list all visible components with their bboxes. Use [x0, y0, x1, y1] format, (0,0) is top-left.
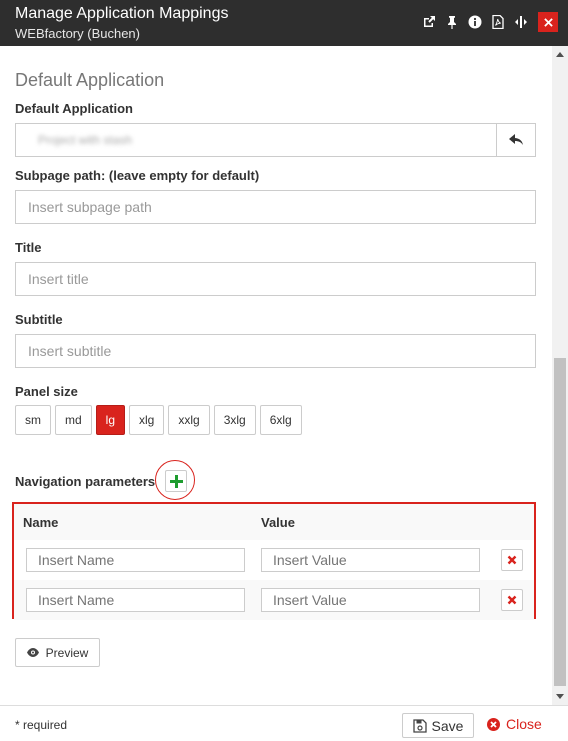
parameter-name-input[interactable]	[26, 548, 245, 572]
close-button[interactable]: Close	[487, 716, 542, 732]
save-label: Save	[431, 717, 464, 734]
subtitle-input[interactable]	[15, 334, 536, 368]
title-label: Title	[15, 240, 42, 255]
panel-size-label: Panel size	[15, 384, 78, 399]
external-link-icon[interactable]	[421, 13, 436, 31]
panel-size-group: sm md lg xlg xxlg 3xlg 6xlg	[15, 405, 302, 435]
parameter-name-input[interactable]	[26, 588, 245, 612]
column-header-name: Name	[23, 515, 59, 530]
panel-size-3xlg[interactable]: 3xlg	[213, 405, 256, 435]
panel-size-lg[interactable]: lg	[95, 405, 126, 435]
add-parameter-button[interactable]	[165, 470, 187, 492]
panel-size-md[interactable]: md	[55, 405, 92, 435]
panel-size-6xlg[interactable]: 6xlg	[259, 405, 302, 435]
reply-icon	[509, 134, 523, 145]
scroll-up-icon[interactable]	[556, 52, 564, 57]
parameters-table: Name Value	[12, 502, 536, 620]
subpage-path-label: Subpage path: (leave empty for default)	[15, 168, 260, 183]
table-row	[14, 540, 534, 580]
window-subtitle: WEBfactory (Buchen)	[15, 26, 140, 41]
vertical-scrollbar[interactable]	[552, 46, 568, 705]
navigation-parameters-label: Navigation parameters	[15, 474, 156, 489]
delete-parameter-button[interactable]	[501, 589, 523, 611]
section-title: Default Application	[15, 70, 165, 90]
table-row	[14, 580, 534, 620]
subtitle-label: Subtitle	[15, 312, 63, 327]
required-note: * required	[15, 718, 68, 732]
titlebar-actions	[421, 12, 558, 32]
delete-parameter-button[interactable]	[501, 549, 523, 571]
column-header-value: Value	[261, 515, 295, 530]
dialog-footer: * required Save Close	[0, 705, 568, 741]
eye-icon	[26, 648, 39, 657]
subpage-path-input[interactable]	[15, 190, 536, 224]
info-icon[interactable]	[467, 13, 482, 31]
close-circle-icon	[487, 717, 500, 731]
scroll-down-icon[interactable]	[556, 694, 564, 699]
resize-icon[interactable]	[513, 13, 528, 31]
delete-icon	[507, 555, 517, 565]
panel-size-sm[interactable]: sm	[15, 405, 51, 435]
title-input[interactable]	[15, 262, 536, 296]
default-application-value: Project with stash	[38, 133, 133, 147]
pdf-icon[interactable]	[490, 13, 505, 31]
close-label: Close	[506, 716, 542, 732]
preview-button[interactable]: Preview	[15, 638, 100, 667]
delete-icon	[507, 595, 517, 605]
default-application-field[interactable]: Project with stash	[15, 123, 497, 157]
reset-default-application-button[interactable]	[496, 123, 536, 157]
table-header: Name Value	[14, 504, 534, 540]
panel-size-xlg[interactable]: xlg	[129, 405, 165, 435]
save-button[interactable]: Save	[402, 713, 474, 738]
close-icon[interactable]	[538, 12, 558, 32]
parameter-value-input[interactable]	[261, 588, 480, 612]
dialog-content: Default Application Default Application …	[0, 46, 552, 705]
pin-icon[interactable]	[444, 13, 459, 31]
plus-icon	[169, 474, 183, 488]
scrollbar-thumb[interactable]	[554, 358, 566, 686]
window-title: Manage Application Mappings	[15, 5, 229, 22]
default-application-label: Default Application	[15, 101, 133, 116]
preview-label: Preview	[45, 645, 89, 660]
panel-size-xxlg[interactable]: xxlg	[168, 405, 210, 435]
window-titlebar: Manage Application Mappings WEBfactory (…	[0, 0, 568, 46]
parameter-value-input[interactable]	[261, 548, 480, 572]
save-icon	[412, 718, 427, 733]
